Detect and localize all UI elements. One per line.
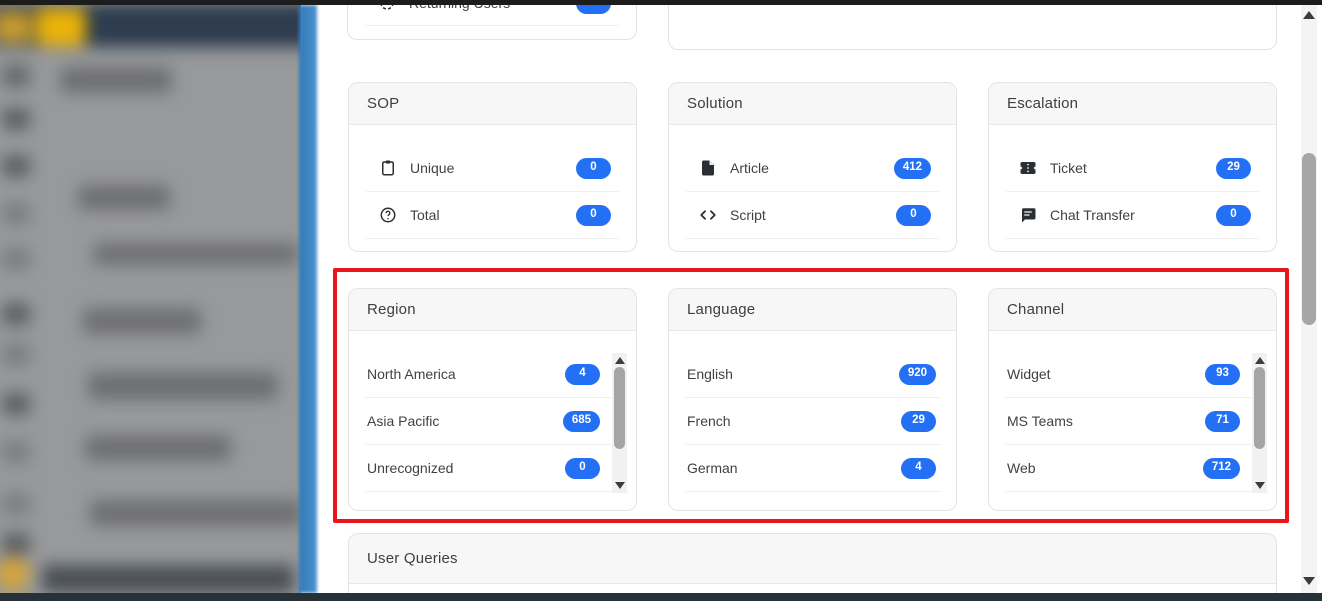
card-title: SOP	[349, 83, 636, 125]
escalation-card: Escalation Ticket 29	[988, 82, 1277, 252]
scroll-down-icon[interactable]	[1303, 577, 1315, 585]
article-icon	[699, 159, 717, 177]
count-badge: 29	[1216, 158, 1251, 179]
stat-label: Script	[730, 207, 883, 223]
help-circle-icon	[379, 206, 397, 224]
highlight-rectangle	[333, 268, 1289, 523]
stat-label: Total	[410, 207, 563, 223]
code-icon	[699, 206, 717, 224]
stat-row: Article 412	[686, 145, 939, 192]
window-bottom-border	[0, 593, 1322, 601]
users-card: Returning Users 25	[347, 0, 637, 40]
count-badge: 412	[894, 158, 931, 179]
stat-row: Unique 0	[366, 145, 619, 192]
scroll-up-icon[interactable]	[1303, 11, 1315, 19]
blurred-sidebar-panel	[0, 5, 301, 593]
stat-label: Article	[730, 160, 881, 176]
scrollbar-thumb[interactable]	[1302, 153, 1316, 325]
stat-label: Ticket	[1050, 160, 1203, 176]
window-top-border	[0, 0, 1322, 5]
count-badge: 0	[576, 205, 611, 226]
card-title: User Queries	[349, 534, 1276, 584]
ticket-icon	[1019, 159, 1037, 177]
solution-card: Solution Article 412	[668, 82, 957, 252]
stat-row: Total 0	[366, 192, 619, 239]
chat-icon	[1019, 206, 1037, 224]
clipboard-icon	[379, 159, 397, 177]
page-scrollbar[interactable]	[1301, 5, 1317, 593]
sop-card: SOP Unique 0	[348, 82, 637, 252]
count-badge: 0	[896, 205, 931, 226]
stat-row: Script 0	[686, 192, 939, 239]
stat-label: Unique	[410, 160, 563, 176]
blue-edge-strip	[299, 5, 317, 593]
dashboard-screen: Returning Users 25 SOP Unique 0	[0, 0, 1322, 601]
card-title: Escalation	[989, 83, 1276, 125]
user-queries-card: User Queries	[348, 533, 1277, 601]
stat-row: Chat Transfer 0	[1006, 192, 1259, 239]
card-title: Solution	[669, 83, 956, 125]
count-badge: 0	[576, 158, 611, 179]
stat-row: Ticket 29	[1006, 145, 1259, 192]
blurred-content	[0, 5, 301, 593]
stat-label: Chat Transfer	[1050, 207, 1203, 223]
top-right-card	[668, 0, 1277, 50]
count-badge: 0	[1216, 205, 1251, 226]
